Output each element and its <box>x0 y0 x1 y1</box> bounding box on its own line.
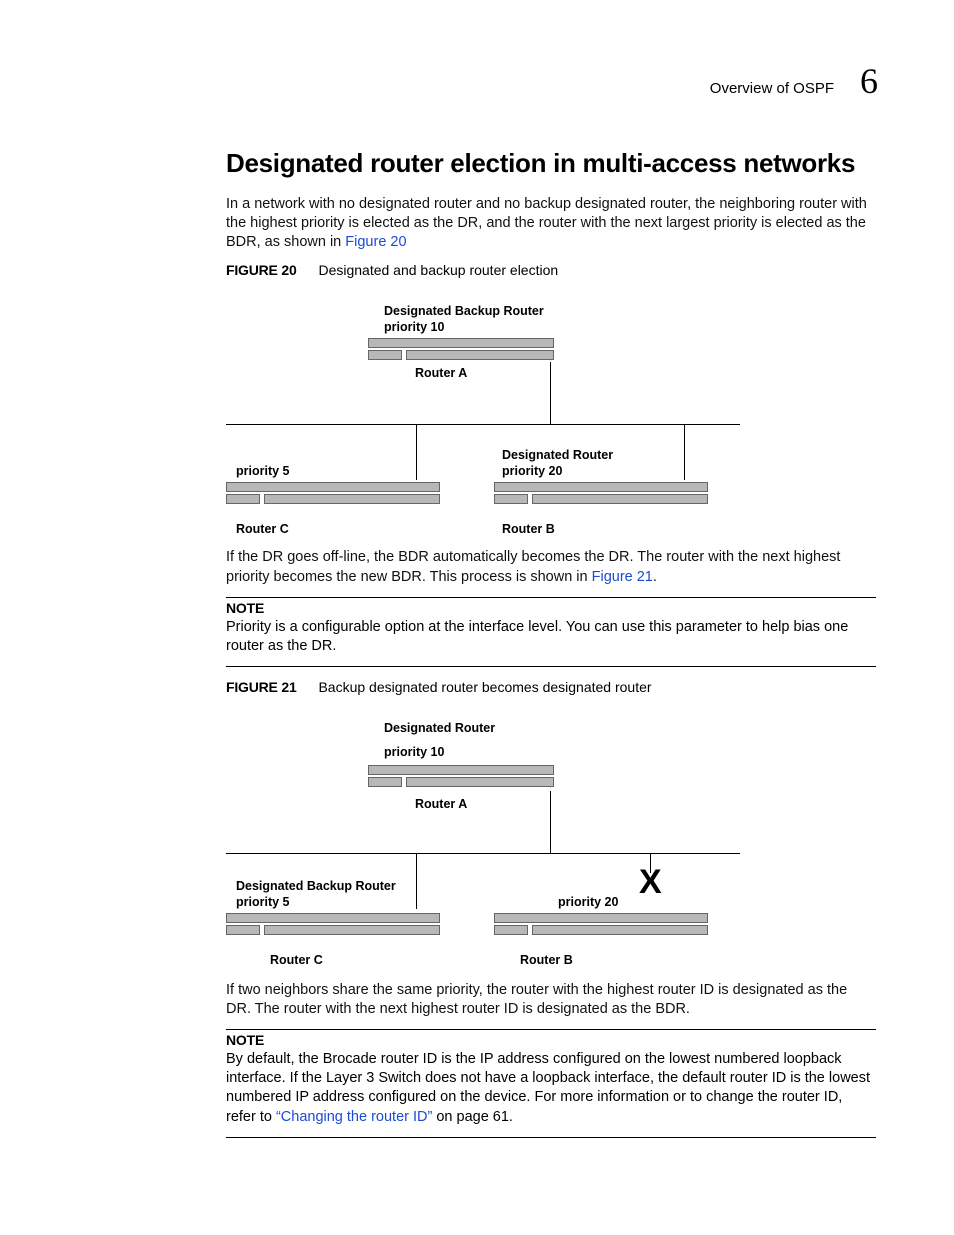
router-c-label: Router C <box>270 953 323 967</box>
note-2-label: NOTE <box>226 1032 876 1048</box>
chapter-number: 6 <box>860 60 878 102</box>
note-1-label: NOTE <box>226 600 876 616</box>
section-heading: Designated router election in multi-acce… <box>226 148 876 179</box>
dr-label: Designated Router <box>384 721 495 735</box>
router-a-icon <box>368 765 554 787</box>
figure-20-caption: FIGURE 20 Designated and backup router e… <box>226 262 876 278</box>
priority-20-label: priority 20 <box>558 895 618 909</box>
router-a-label: Router A <box>415 797 467 811</box>
para2-text-a: If the DR goes off-line, the BDR automat… <box>226 549 840 584</box>
router-b-icon <box>494 482 708 504</box>
note-divider <box>226 597 876 598</box>
dbr-label: Designated Backup Router <box>236 879 396 893</box>
router-b-label: Router B <box>502 522 555 536</box>
figure-20-label: FIGURE 20 <box>226 262 297 278</box>
router-b-icon <box>494 913 708 935</box>
priority-20-label: priority 20 <box>502 464 562 478</box>
priority-5-label: priority 5 <box>236 464 290 478</box>
connector-line <box>684 424 685 480</box>
note-2-text-b: on page 61. <box>432 1109 513 1125</box>
figure-20-diagram: Designated Backup Router priority 10 Rou… <box>226 286 876 548</box>
connector-line <box>550 791 551 853</box>
router-b-label: Router B <box>520 953 573 967</box>
router-c-icon <box>226 913 440 935</box>
paragraph-2: If the DR goes off-line, the BDR automat… <box>226 548 876 586</box>
dr-label: Designated Router <box>502 448 613 462</box>
priority-5-label: priority 5 <box>236 895 290 909</box>
document-page: Overview of OSPF 6 Designated router ele… <box>0 0 954 1235</box>
figure-21-caption: FIGURE 21 Backup designated router becom… <box>226 679 876 695</box>
bus-line <box>226 424 740 425</box>
page-header: Overview of OSPF 6 <box>710 60 878 102</box>
priority-10-label: priority 10 <box>384 320 444 334</box>
figure-21-diagram: Designated Router priority 10 Router A X… <box>226 703 876 981</box>
router-a-icon <box>368 338 554 360</box>
connector-line <box>550 362 551 424</box>
figure-20-link[interactable]: Figure 20 <box>345 234 406 250</box>
intro-paragraph: In a network with no designated router a… <box>226 195 876 252</box>
content-column: Designated router election in multi-acce… <box>226 148 876 1138</box>
intro-text: In a network with no designated router a… <box>226 196 867 250</box>
note-2-body: By default, the Brocade router ID is the… <box>226 1050 876 1127</box>
router-c-label: Router C <box>236 522 289 536</box>
figure-20-title: Designated and backup router election <box>318 262 558 278</box>
connector-line <box>416 424 417 480</box>
para2-text-b: . <box>653 569 657 585</box>
note-divider <box>226 1029 876 1030</box>
figure-21-label: FIGURE 21 <box>226 679 297 695</box>
changing-router-id-link[interactable]: “Changing the router ID” <box>276 1109 432 1125</box>
dbr-label: Designated Backup Router <box>384 304 544 318</box>
figure-21-link[interactable]: Figure 21 <box>592 569 653 585</box>
note-divider <box>226 666 876 667</box>
connector-line <box>416 853 417 909</box>
paragraph-3: If two neighbors share the same priority… <box>226 981 876 1019</box>
x-mark-icon: X <box>639 865 662 899</box>
priority-10-label: priority 10 <box>384 745 444 759</box>
note-1-body: Priority is a configurable option at the… <box>226 618 876 656</box>
header-overview: Overview of OSPF <box>710 80 834 97</box>
figure-21-title: Backup designated router becomes designa… <box>318 679 651 695</box>
router-a-label: Router A <box>415 366 467 380</box>
note-divider <box>226 1137 876 1138</box>
router-c-icon <box>226 482 440 504</box>
bus-line <box>226 853 740 854</box>
